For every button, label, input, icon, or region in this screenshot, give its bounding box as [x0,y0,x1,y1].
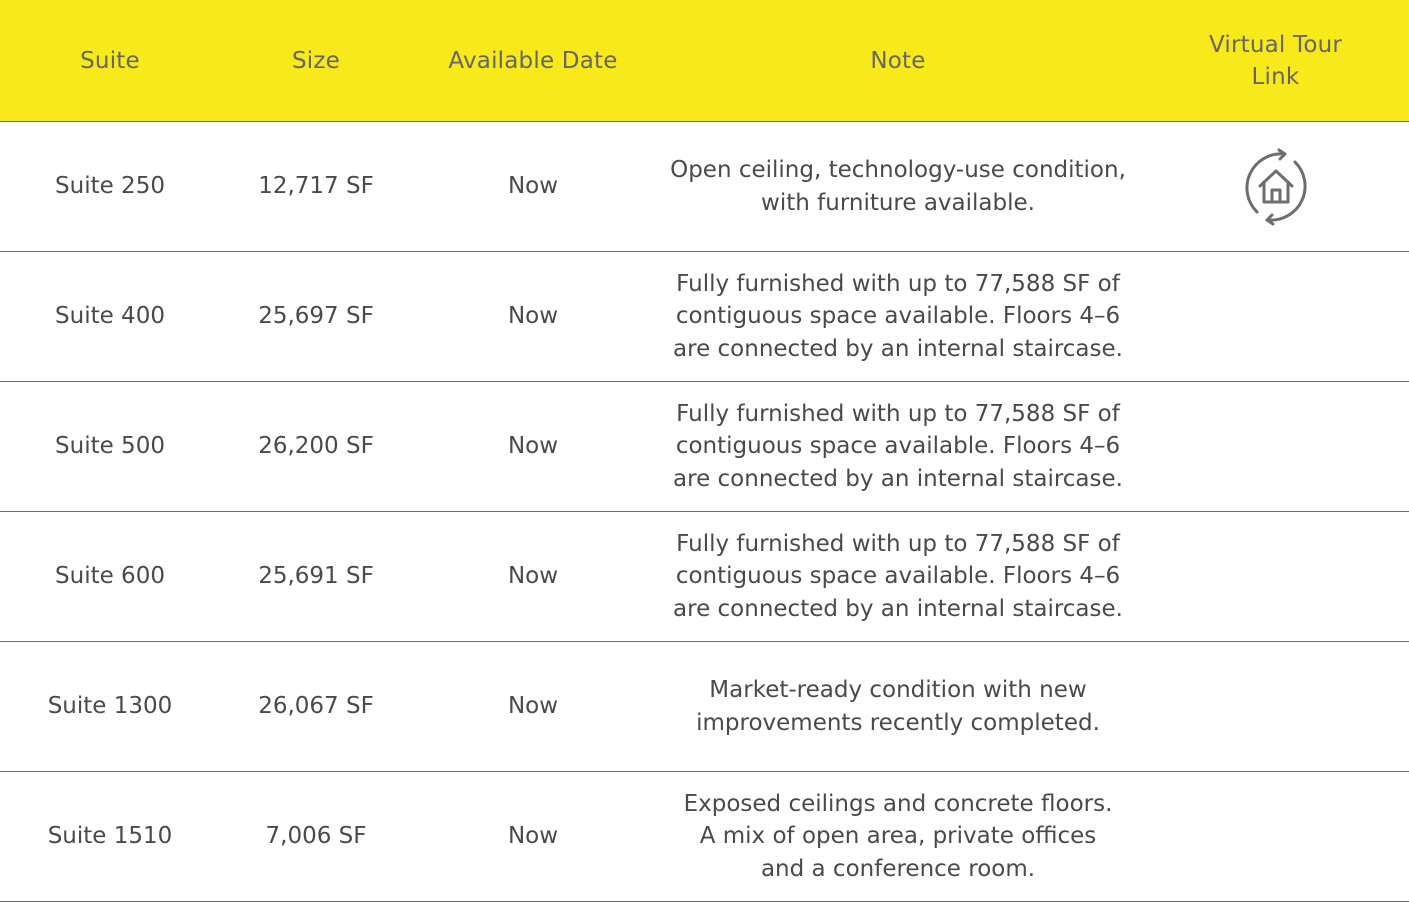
available-date-cell: Now [507,823,559,850]
size-cell: 12,717 SF [258,173,374,200]
size-cell: 7,006 SF [265,823,367,850]
size-cell: 26,200 SF [258,433,374,460]
available-date-cell: Now [507,693,559,720]
note-cell: Market-ready condition with new improvem… [696,677,1100,736]
available-date-cell: Now [507,433,559,460]
note-cell: Open ceiling, technology-use condition, … [670,157,1126,216]
available-date-cell: Now [507,173,559,200]
virtual-tour-cell [1142,146,1409,228]
table-row: Suite 1300 26,067 SF Now Market-ready co… [0,642,1409,772]
table-row: Suite 500 26,200 SF Now Fully furnished … [0,382,1409,512]
table-row: Suite 600 25,691 SF Now Fully furnished … [0,512,1409,642]
note-cell: Fully furnished with up to 77,588 SF of … [673,400,1123,492]
table-row: Suite 1510 7,006 SF Now Exposed ceilings… [0,772,1409,902]
suite-cell: Suite 500 [55,433,165,460]
availability-table: Suite Size Available Date Note Virtual T… [0,0,1409,902]
suite-cell: Suite 1510 [47,823,173,850]
header-available-date: Available Date [448,47,618,74]
header-size: Size [291,47,340,74]
note-cell: Exposed ceilings and concrete floors. A … [683,790,1113,882]
note-cell: Fully furnished with up to 77,588 SF of … [673,270,1123,362]
header-virtual-tour-link: Virtual Tour Link [1208,31,1343,90]
suite-cell: Suite 250 [55,173,165,200]
header-suite: Suite [80,47,140,74]
available-date-cell: Now [507,303,559,330]
suite-cell: Suite 400 [55,303,165,330]
virtual-tour-home-icon[interactable] [1235,146,1317,228]
header-note: Note [870,47,926,74]
size-cell: 25,691 SF [258,563,374,590]
table-row: Suite 400 25,697 SF Now Fully furnished … [0,252,1409,382]
available-date-cell: Now [507,563,559,590]
size-cell: 26,067 SF [258,693,374,720]
suite-cell: Suite 600 [55,563,165,590]
suite-cell: Suite 1300 [47,693,173,720]
table-header: Suite Size Available Date Note Virtual T… [0,0,1409,122]
size-cell: 25,697 SF [258,303,374,330]
note-cell: Fully furnished with up to 77,588 SF of … [673,530,1123,622]
table-row: Suite 250 12,717 SF Now Open ceiling, te… [0,122,1409,252]
